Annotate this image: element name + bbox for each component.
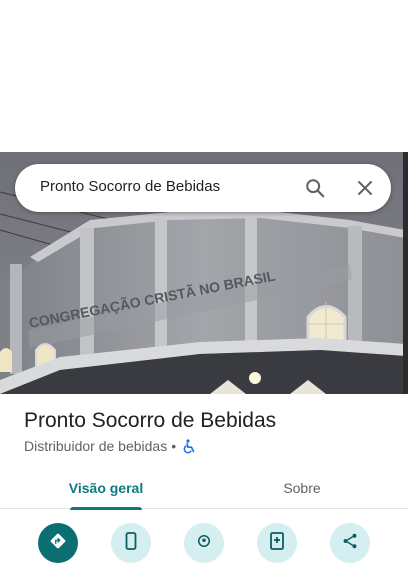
search-icon (306, 179, 325, 198)
call-button[interactable] (111, 523, 151, 563)
photo-edge (403, 152, 408, 394)
place-category: Distribuidor de bebidas (24, 438, 168, 454)
location-icon (198, 535, 210, 547)
save-button[interactable] (257, 523, 297, 563)
place-tabs: Visão geral Sobre (0, 466, 408, 510)
save-icon (270, 532, 284, 550)
tab-overview-label: Visão geral (68, 479, 144, 496)
tab-about[interactable]: Sobre (240, 466, 364, 509)
nearby-button[interactable] (184, 523, 224, 563)
search-button[interactable] (301, 174, 329, 202)
blank-top-area (0, 0, 408, 152)
active-tab-indicator (70, 507, 142, 510)
tab-about-label: Sobre (283, 479, 321, 496)
place-title: Pronto Socorro de Bebidas (24, 409, 277, 432)
share-button[interactable] (330, 523, 370, 563)
search-input[interactable]: Pronto Socorro de Bebidas (40, 178, 220, 195)
share-icon (343, 533, 357, 549)
place-category-row: Distribuidor de bebidas • (24, 437, 196, 455)
close-icon (358, 181, 372, 195)
wheelchair-accessible-icon (182, 438, 196, 454)
phone-icon (125, 532, 137, 550)
separator-dot: • (171, 438, 177, 454)
search-bar[interactable]: Pronto Socorro de Bebidas (15, 164, 391, 212)
clear-search-button[interactable] (351, 174, 379, 202)
tab-overview[interactable]: Visão geral (40, 466, 172, 510)
directions-button[interactable] (38, 523, 78, 563)
directions-icon (50, 533, 66, 549)
